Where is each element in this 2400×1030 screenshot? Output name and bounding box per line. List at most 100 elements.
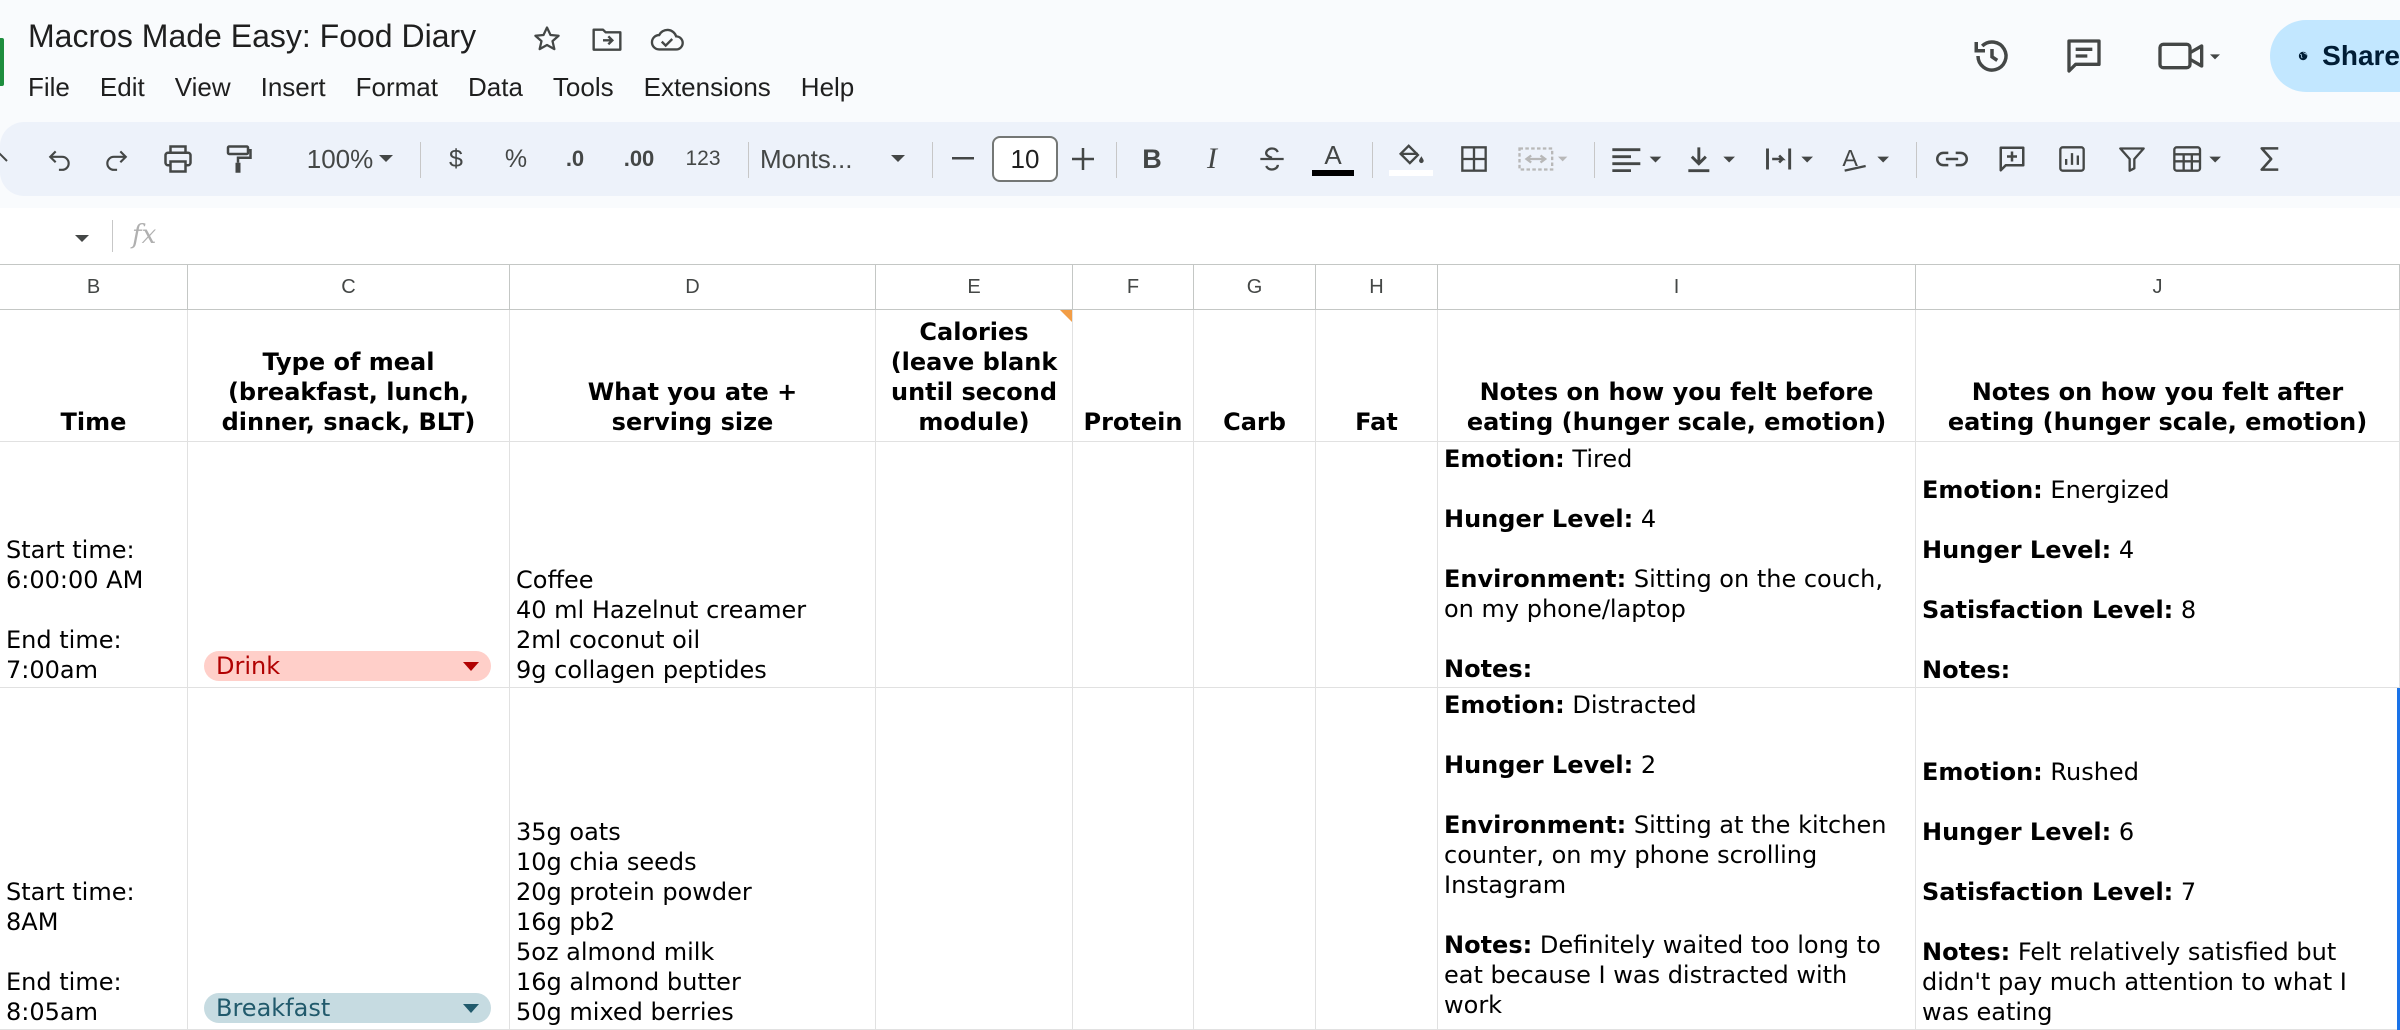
- menu-view[interactable]: View: [175, 68, 247, 107]
- toolbar-divider: [1916, 142, 1917, 178]
- row2-what-you-ate[interactable]: 35g oats 10g chia seeds 20g protein powd…: [510, 688, 876, 1030]
- text-rotation-icon[interactable]: A: [1838, 122, 1898, 196]
- undo-icon[interactable]: [40, 122, 80, 196]
- insert-chart-icon[interactable]: [2050, 122, 2094, 196]
- italic-button[interactable]: I: [1192, 122, 1232, 196]
- header-carb[interactable]: Carb: [1194, 310, 1316, 442]
- vertical-align-icon[interactable]: [1684, 122, 1744, 196]
- row1-what-you-ate[interactable]: Coffee 40 ml Hazelnut creamer 2ml coconu…: [510, 442, 876, 688]
- column-header-i[interactable]: I: [1438, 264, 1916, 310]
- header-calories[interactable]: Calories (leave blank until second modul…: [876, 310, 1073, 442]
- text-color-button[interactable]: A: [1310, 122, 1356, 196]
- row2-protein[interactable]: [1073, 688, 1194, 1030]
- meet-video-icon[interactable]: [2150, 30, 2230, 82]
- fill-color-icon[interactable]: [1386, 122, 1436, 196]
- row1-meal-type[interactable]: Drink: [188, 442, 510, 688]
- row1-before-emotion: Emotion: Tired: [1444, 444, 1909, 474]
- bold-button[interactable]: B: [1132, 122, 1172, 196]
- row2-fat[interactable]: [1316, 688, 1438, 1030]
- column-header-f[interactable]: F: [1073, 264, 1194, 310]
- font-dropdown-icon[interactable]: [888, 122, 908, 196]
- print-icon[interactable]: [158, 122, 198, 196]
- header-notes-before[interactable]: Notes on how you felt before eating (hun…: [1438, 310, 1916, 442]
- row1-time[interactable]: Start time: 6:00:00 AM End time: 7:00am: [0, 442, 188, 688]
- currency-label: $: [449, 144, 463, 173]
- menu-tools[interactable]: Tools: [553, 68, 630, 107]
- column-header-b[interactable]: B: [0, 264, 188, 310]
- globe-icon: [2298, 51, 2308, 61]
- column-header-g[interactable]: G: [1194, 264, 1316, 310]
- filter-icon[interactable]: [2110, 122, 2154, 196]
- row2-time[interactable]: Start time: 8AM End time: 8:05am: [0, 688, 188, 1030]
- column-header-e[interactable]: E: [876, 264, 1073, 310]
- formula-divider: [112, 220, 113, 252]
- comment-indicator-icon[interactable]: [1060, 310, 1072, 322]
- row1-notes-before[interactable]: Emotion: Tired Hunger Level: 4 Environme…: [1438, 442, 1916, 688]
- header-fat[interactable]: Fat: [1316, 310, 1438, 442]
- strikethrough-icon[interactable]: [1252, 122, 1292, 196]
- row2-carb[interactable]: [1194, 688, 1316, 1030]
- meal-type-chip[interactable]: Breakfast: [204, 993, 491, 1023]
- row1-notes-after[interactable]: Emotion: Energized Hunger Level: 4 Satis…: [1916, 442, 2400, 688]
- borders-icon[interactable]: [1454, 122, 1494, 196]
- header-what-you-ate[interactable]: What you ate + serving size: [510, 310, 876, 442]
- increase-decimal-button[interactable]: .00: [612, 122, 666, 196]
- menu-extensions[interactable]: Extensions: [644, 68, 787, 107]
- horizontal-align-icon[interactable]: [1608, 122, 1668, 196]
- environment-label: Environment:: [1444, 811, 1627, 839]
- cloud-saved-icon[interactable]: [650, 22, 684, 56]
- version-history-icon[interactable]: [1966, 30, 2018, 82]
- name-box-dropdown-icon[interactable]: [74, 231, 90, 249]
- insert-comment-icon[interactable]: [1990, 122, 2034, 196]
- decrease-decimal-button[interactable]: .0: [550, 122, 600, 196]
- chip-dropdown-icon[interactable]: [463, 1004, 479, 1013]
- star-icon[interactable]: [530, 22, 564, 56]
- menu-edit[interactable]: Edit: [100, 68, 161, 107]
- header-protein[interactable]: Protein: [1073, 310, 1194, 442]
- decrease-font-size-icon[interactable]: [948, 122, 978, 196]
- column-header-h[interactable]: H: [1316, 264, 1438, 310]
- font-family-select[interactable]: Monts...: [760, 122, 880, 196]
- chip-dropdown-icon[interactable]: [463, 662, 479, 671]
- row2-notes-before[interactable]: Emotion: Distracted Hunger Level: 2 Envi…: [1438, 688, 1916, 1030]
- header-meal-type[interactable]: Type of meal (breakfast, lunch, dinner, …: [188, 310, 510, 442]
- menu-data[interactable]: Data: [468, 68, 539, 107]
- row1-calories[interactable]: [876, 442, 1073, 688]
- paint-format-icon[interactable]: [218, 122, 258, 196]
- row2-notes-after[interactable]: Emotion: Rushed Hunger Level: 6 Satisfac…: [1916, 688, 2400, 1030]
- font-size-input[interactable]: 10: [992, 136, 1058, 182]
- column-header-c[interactable]: C: [188, 264, 510, 310]
- increase-font-size-icon[interactable]: [1068, 122, 1098, 196]
- document-title[interactable]: Macros Made Easy: Food Diary: [28, 18, 476, 55]
- column-header-d[interactable]: D: [510, 264, 876, 310]
- text-wrapping-icon[interactable]: [1762, 122, 1822, 196]
- menu-help[interactable]: Help: [801, 68, 870, 107]
- menu-file[interactable]: File: [28, 68, 86, 107]
- zoom-dropdown-icon[interactable]: [376, 122, 396, 196]
- header-notes-after[interactable]: Notes on how you felt after eating (hung…: [1916, 310, 2400, 442]
- row1-protein[interactable]: [1073, 442, 1194, 688]
- percent-button[interactable]: %: [496, 122, 536, 196]
- share-button[interactable]: Share: [2270, 20, 2400, 92]
- row1-carb[interactable]: [1194, 442, 1316, 688]
- menu-insert[interactable]: Insert: [261, 68, 342, 107]
- header-time[interactable]: Time: [0, 310, 188, 442]
- meal-type-chip[interactable]: Drink: [204, 651, 491, 681]
- comments-icon[interactable]: [2058, 30, 2110, 82]
- row2-calories[interactable]: [876, 688, 1073, 1030]
- table-view-icon[interactable]: [2170, 122, 2230, 196]
- currency-button[interactable]: $: [436, 122, 476, 196]
- toolbar-divider: [932, 142, 933, 178]
- row1-fat[interactable]: [1316, 442, 1438, 688]
- redo-icon[interactable]: [96, 122, 136, 196]
- insert-link-icon[interactable]: [1930, 122, 1974, 196]
- search-menus-icon[interactable]: [0, 122, 14, 196]
- move-folder-icon[interactable]: [590, 22, 624, 56]
- row2-meal-type[interactable]: Breakfast: [188, 688, 510, 1030]
- row2-after-hunger: Hunger Level: 6: [1922, 817, 2393, 847]
- menu-format[interactable]: Format: [356, 68, 454, 107]
- number-format-button[interactable]: 123: [676, 122, 730, 196]
- column-header-j[interactable]: J: [1916, 264, 2400, 310]
- functions-icon[interactable]: [2250, 122, 2290, 196]
